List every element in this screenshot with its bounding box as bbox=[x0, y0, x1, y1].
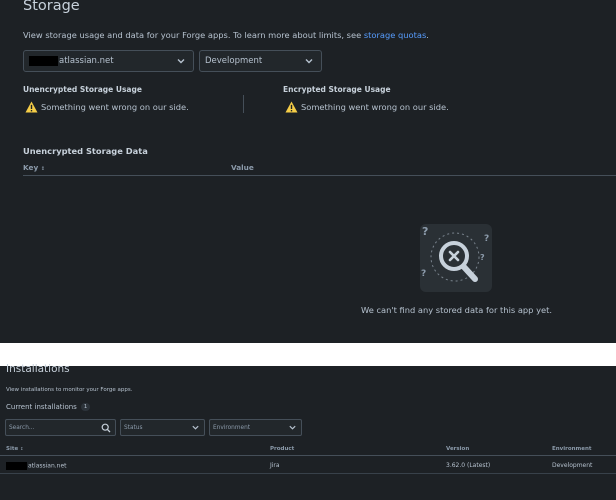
table-divider bbox=[0, 455, 616, 456]
table-divider bbox=[23, 175, 616, 176]
storage-description: View storage usage and data for your For… bbox=[23, 30, 429, 40]
column-header-key[interactable]: Key ↕ bbox=[23, 163, 45, 172]
column-header-product: Product bbox=[270, 446, 295, 452]
product-cell: Jira bbox=[270, 462, 280, 469]
unencrypted-usage-error: Something went wrong on our side. bbox=[25, 101, 189, 113]
chevron-down-icon bbox=[177, 59, 185, 64]
svg-text:?: ? bbox=[421, 269, 426, 279]
search-input[interactable]: Search... bbox=[5, 419, 116, 436]
installations-title: Installations bbox=[6, 363, 70, 375]
status-placeholder: Status bbox=[124, 424, 143, 431]
warning-icon bbox=[285, 101, 298, 113]
chevron-down-icon bbox=[305, 59, 313, 64]
redacted-block bbox=[6, 462, 27, 470]
search-icon bbox=[101, 423, 111, 433]
encrypted-usage-error: Something went wrong on our side. bbox=[285, 101, 449, 113]
installations-description: View installations to monitor your Forge… bbox=[6, 387, 133, 393]
description-text: View storage usage and data for your For… bbox=[23, 30, 364, 40]
magnifier-empty-icon: ? ? ? ? bbox=[420, 224, 492, 292]
column-header-version: Version bbox=[446, 446, 470, 452]
table-row-site[interactable]: atlassian.net bbox=[6, 462, 67, 470]
storage-quotas-link[interactable]: storage quotas bbox=[364, 30, 426, 40]
column-header-value: Value bbox=[231, 163, 254, 172]
env-select-value: Development bbox=[205, 56, 263, 66]
page-gap bbox=[0, 343, 616, 366]
installations-panel: Installations View installations to moni… bbox=[0, 363, 616, 500]
empty-state-message: We can't find any stored data for this a… bbox=[360, 305, 552, 315]
storage-panel: Storage View storage usage and data for … bbox=[0, 0, 616, 343]
environment-placeholder: Environment bbox=[213, 424, 251, 431]
site-select-value: atlassian.net bbox=[59, 56, 114, 66]
site-select[interactable]: atlassian.net bbox=[23, 50, 194, 72]
current-installations-label: Current installations 1 bbox=[6, 403, 91, 411]
description-end: . bbox=[426, 30, 429, 40]
environment-cell: Development bbox=[552, 462, 593, 469]
environment-filter[interactable]: Environment bbox=[209, 419, 302, 436]
sort-icon: ↕ bbox=[20, 446, 24, 451]
warning-icon bbox=[25, 101, 38, 113]
encrypted-usage-title: Encrypted Storage Usage bbox=[283, 85, 391, 94]
row-divider bbox=[0, 473, 616, 474]
chevron-down-icon bbox=[192, 425, 199, 430]
svg-text:?: ? bbox=[484, 234, 489, 244]
error-text: Something went wrong on our side. bbox=[41, 102, 189, 112]
error-text: Something went wrong on our side. bbox=[301, 102, 449, 112]
count-badge: 1 bbox=[80, 403, 91, 411]
svg-text:?: ? bbox=[422, 225, 428, 238]
site-cell: atlassian.net bbox=[28, 462, 67, 470]
version-cell: 3.62.0 (Latest) bbox=[446, 462, 491, 469]
sort-icon: ↕ bbox=[40, 166, 45, 172]
current-installations-text: Current installations bbox=[6, 403, 77, 411]
storage-data-title: Unencrypted Storage Data bbox=[23, 146, 148, 156]
column-key-label: Key bbox=[23, 163, 39, 172]
environment-select[interactable]: Development bbox=[199, 50, 322, 72]
column-header-site[interactable]: Site ↕ bbox=[6, 446, 24, 452]
column-site-label: Site bbox=[6, 446, 19, 452]
svg-text:?: ? bbox=[480, 253, 485, 262]
status-filter[interactable]: Status bbox=[120, 419, 205, 436]
unencrypted-usage-title: Unencrypted Storage Usage bbox=[23, 85, 142, 94]
redacted-block bbox=[29, 56, 58, 66]
column-header-environment: Environment bbox=[552, 446, 592, 452]
divider bbox=[243, 95, 244, 113]
search-placeholder: Search... bbox=[9, 424, 35, 431]
chevron-down-icon bbox=[289, 425, 296, 430]
page-title: Storage bbox=[23, 0, 80, 14]
